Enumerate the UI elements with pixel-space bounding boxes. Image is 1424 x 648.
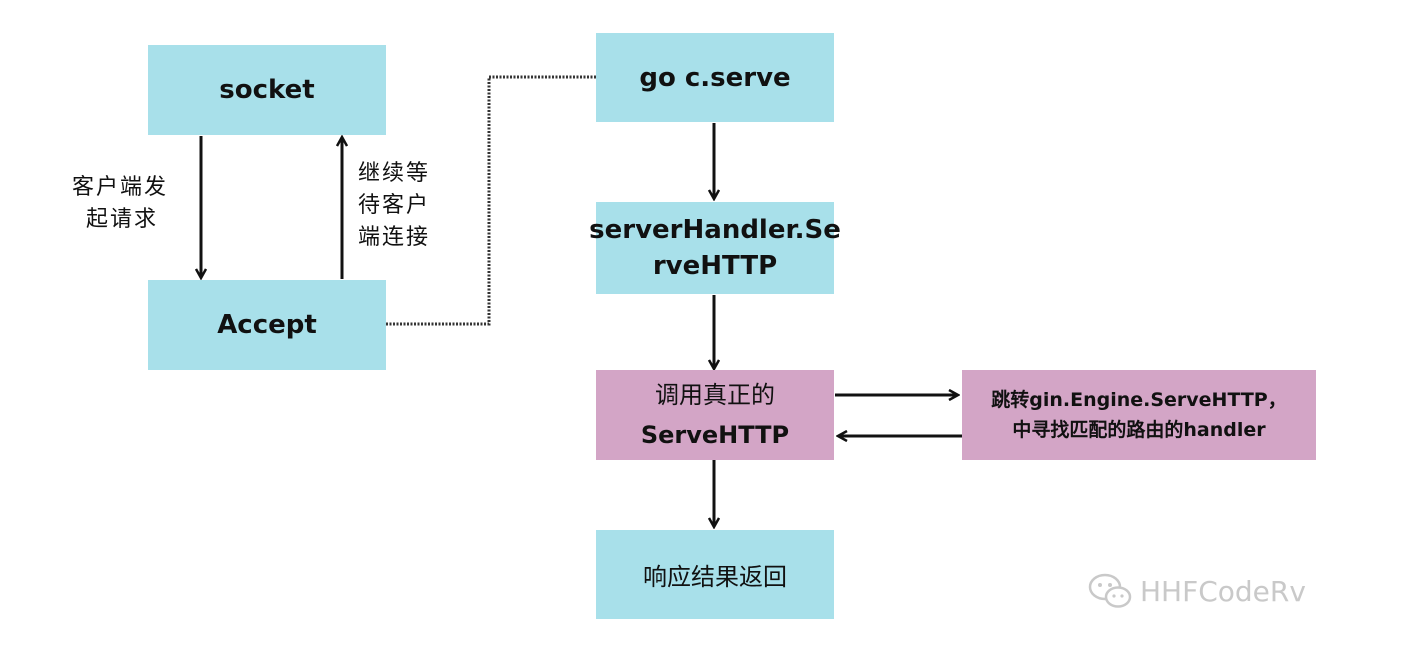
watermark-text: HHFCodeRv <box>1140 574 1306 608</box>
edge-label-client-request-line-1: 客户端发 <box>72 175 169 200</box>
node-accept: Accept <box>148 280 386 370</box>
edge-label-client-request: 客户端发 起请求 <box>72 172 168 236</box>
node-gin-engine-line-1: 跳转gin.Engine.ServeHTTP， <box>991 389 1287 411</box>
edge-label-continue-wait-line-3: 端连接 <box>358 225 431 250</box>
node-server-handler-line-1: serverHandler.Se <box>589 215 841 245</box>
edge-label-client-request-line-2: 起请求 <box>86 207 159 232</box>
node-gin-engine: 跳转gin.Engine.ServeHTTP， 中寻找匹配的路由的handler <box>962 370 1316 460</box>
edge-label-continue-wait: 继续等 待客户 端连接 <box>358 158 430 254</box>
edge-label-continue-wait-line-1: 继续等 <box>358 161 431 186</box>
node-response: 响应结果返回 <box>596 530 834 619</box>
node-real-serve-line-1: 调用真正的 <box>655 381 775 409</box>
node-go-serve: go c.serve <box>596 33 834 122</box>
node-server-handler-line-2: rveHTTP <box>652 251 778 281</box>
node-socket: socket <box>148 45 386 135</box>
node-real-serve-line-2: ServeHTTP <box>640 421 790 449</box>
edge-label-continue-wait-line-2: 待客户 <box>358 193 431 218</box>
watermark: HHFCodeRv <box>1088 572 1306 610</box>
node-real-serve: 调用真正的 ServeHTTP <box>596 370 834 460</box>
node-gin-engine-line-2: 中寻找匹配的路由的handler <box>1012 419 1266 441</box>
wechat-icon <box>1088 573 1132 608</box>
node-go-serve-label: go c.serve <box>639 62 791 93</box>
node-response-label: 响应结果返回 <box>643 563 787 591</box>
node-server-handler: serverHandler.Se rveHTTP <box>589 202 841 294</box>
node-accept-label: Accept <box>217 310 317 340</box>
node-socket-label: socket <box>219 75 315 105</box>
